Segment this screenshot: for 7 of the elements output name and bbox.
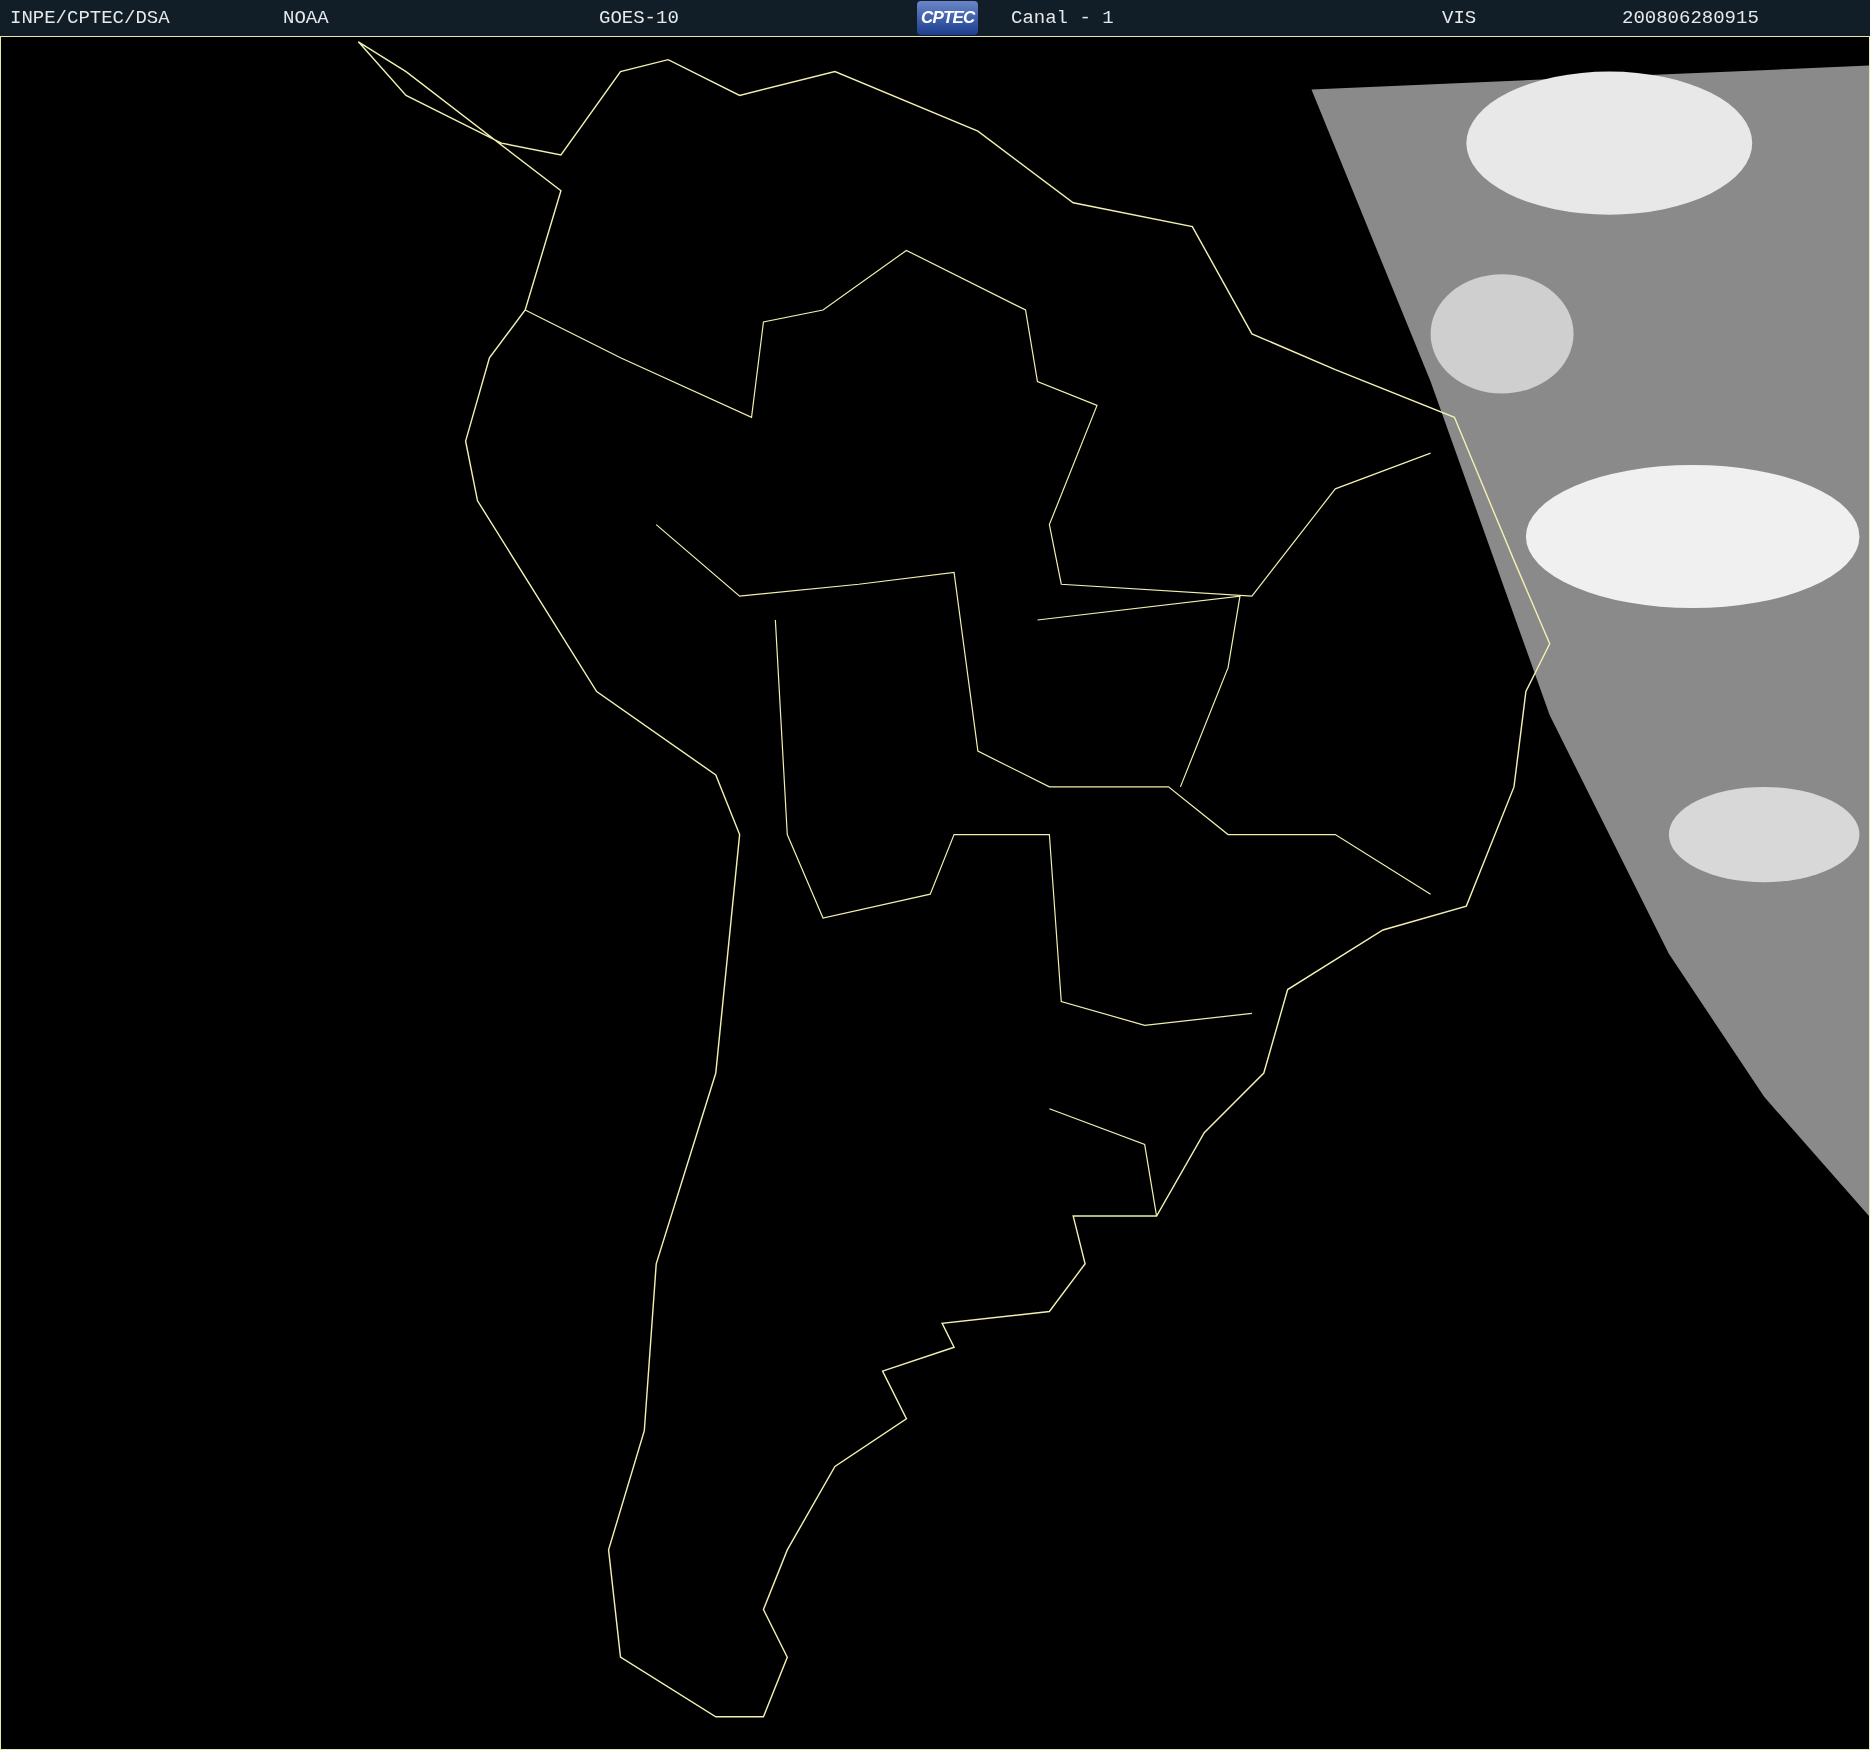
- header-label: GOES-10: [599, 6, 679, 29]
- logo: CPTEC: [917, 1, 979, 35]
- header-label: Canal - 1: [1011, 6, 1114, 29]
- header-label: 200806280915: [1622, 6, 1759, 29]
- header-label: VIS: [1442, 6, 1477, 29]
- header-label: NOAA: [283, 6, 329, 29]
- header-label: INPE/CPTEC/DSA: [10, 6, 170, 29]
